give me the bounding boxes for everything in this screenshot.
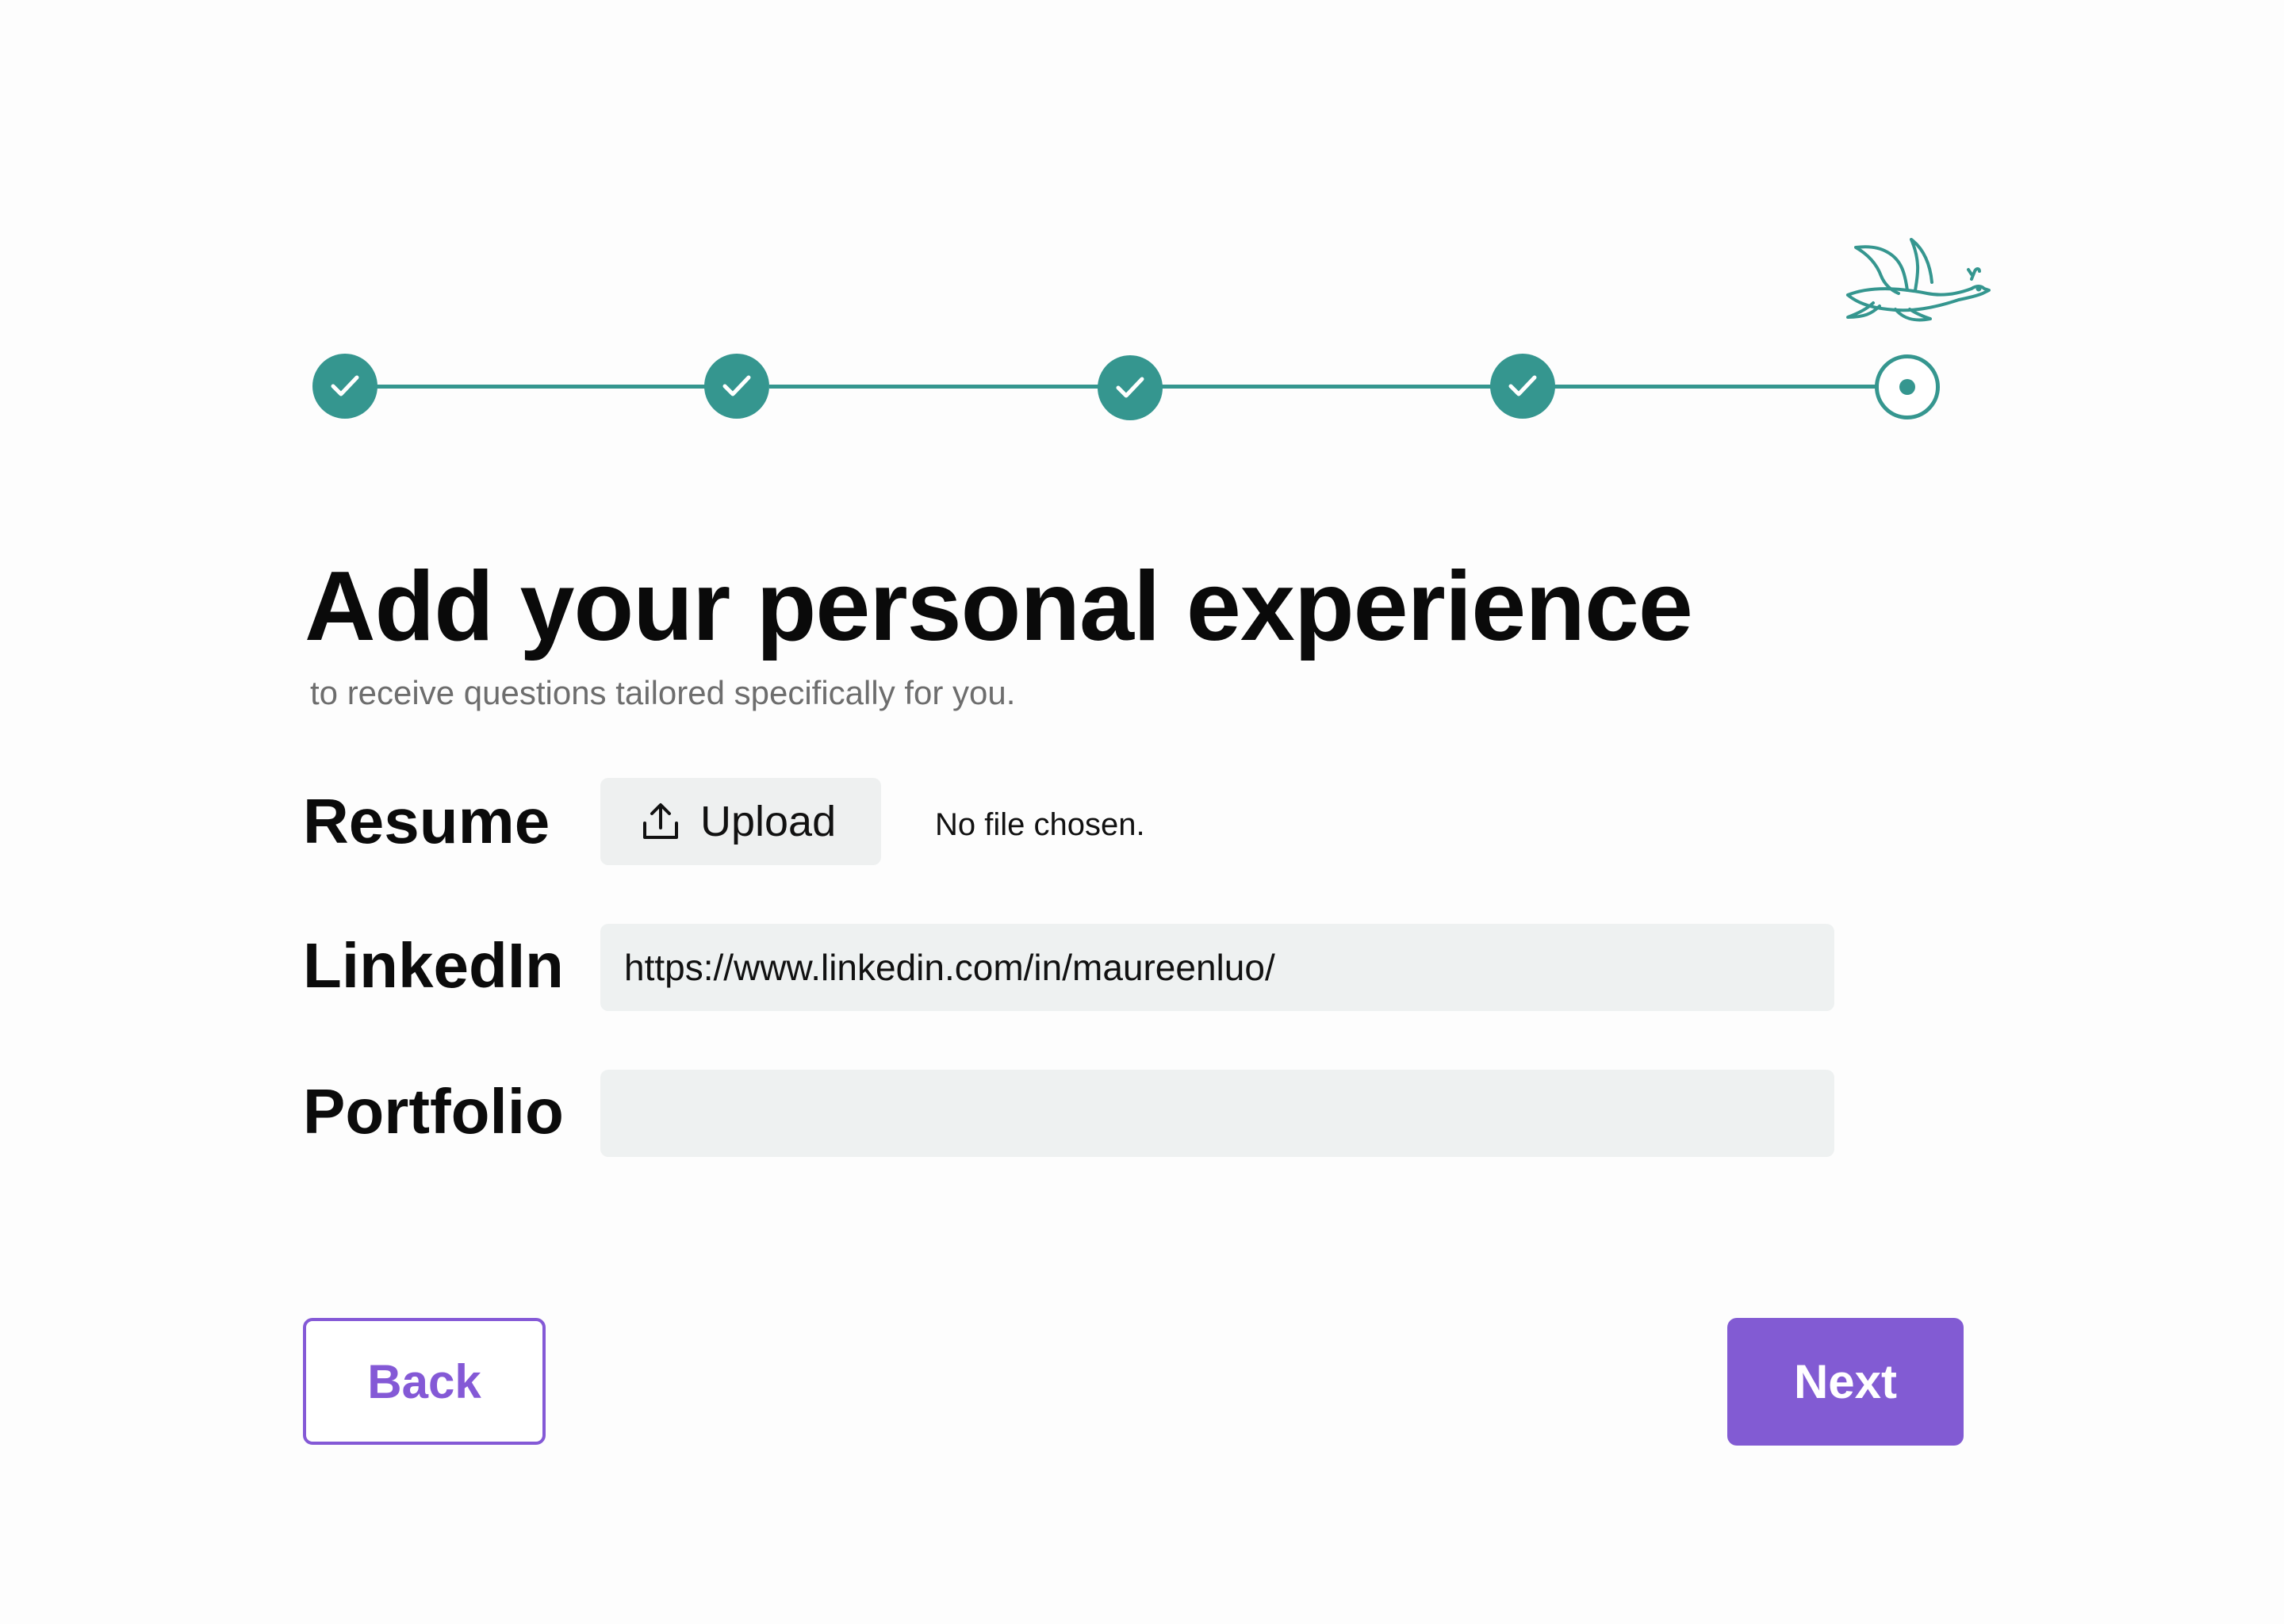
step-3-complete <box>1098 355 1163 420</box>
step-connector <box>1162 385 1495 389</box>
linkedin-label: LinkedIn <box>303 930 564 1001</box>
step-connector <box>769 385 1102 389</box>
step-2-complete <box>704 354 769 419</box>
resume-label: Resume <box>303 786 550 856</box>
bird-logo-icon <box>1846 238 1991 322</box>
check-icon <box>331 375 359 396</box>
page-title: Add your personal experience <box>305 552 1693 661</box>
check-icon <box>722 375 751 396</box>
step-4-complete <box>1490 354 1555 419</box>
check-icon <box>1116 377 1144 398</box>
next-button[interactable]: Next <box>1727 1318 1964 1446</box>
upload-icon <box>643 803 678 839</box>
upload-label: Upload <box>700 798 837 845</box>
step-1-complete <box>312 354 377 419</box>
page-subtitle: to receive questions tailored specifical… <box>310 674 1016 711</box>
linkedin-input[interactable] <box>600 924 1834 1011</box>
step-connector <box>377 385 710 389</box>
file-status: No file chosen. <box>935 807 1145 842</box>
upload-button[interactable]: Upload <box>600 778 881 865</box>
onboarding-page: Add your personal experience to receive … <box>0 0 2284 1624</box>
step-5-current <box>1875 354 1940 419</box>
current-step-dot <box>1899 379 1915 395</box>
back-button[interactable]: Back <box>303 1318 546 1445</box>
step-connector <box>1554 385 1880 389</box>
portfolio-input[interactable] <box>600 1070 1834 1157</box>
portfolio-label: Portfolio <box>303 1076 564 1147</box>
check-icon <box>1508 375 1537 396</box>
progress-stepper <box>0 0 2284 476</box>
